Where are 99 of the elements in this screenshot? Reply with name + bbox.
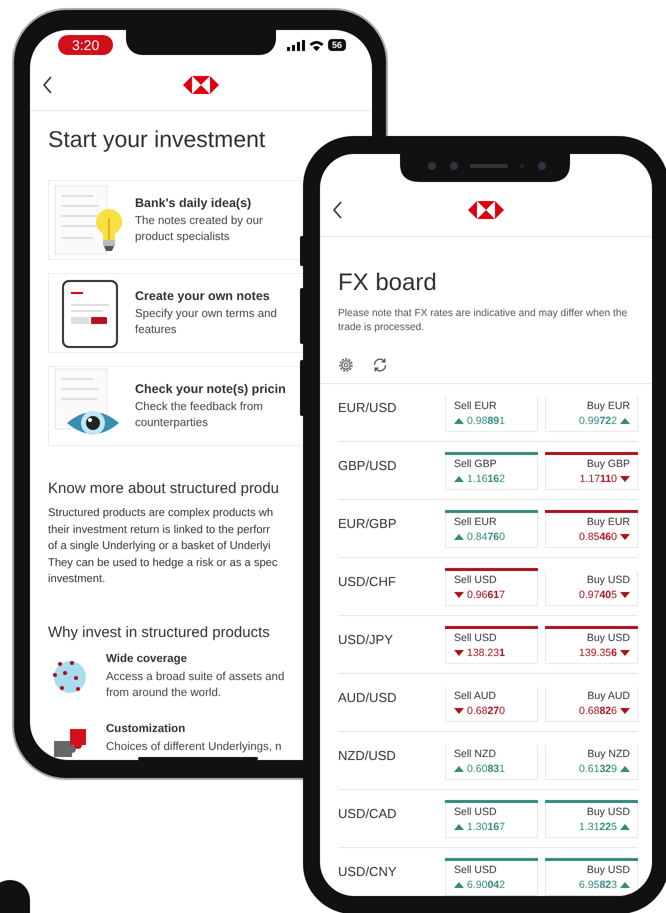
page-title: Start your investment bbox=[48, 126, 266, 153]
quote-rate: 1.31225 bbox=[579, 820, 617, 835]
quote-label: Sell GBP bbox=[454, 458, 498, 471]
paragraph-line: Structured products are complex products wh bbox=[48, 506, 274, 521]
currency-pair: USD/CNY bbox=[338, 863, 397, 881]
quote-label: Sell USD bbox=[454, 864, 498, 877]
currency-pair: EUR/GBP bbox=[338, 515, 397, 533]
card-description: Specify your own terms and features bbox=[135, 306, 278, 338]
card-title: Bank's daily idea(s) bbox=[135, 196, 252, 210]
quote-label: Buy EUR bbox=[586, 400, 630, 413]
card-title: Create your own notes bbox=[135, 288, 271, 302]
buy-button[interactable]: Buy USD 1.31225 bbox=[545, 803, 638, 838]
sell-button[interactable]: Sell AUD 0.68270 bbox=[445, 687, 538, 722]
quote-rate: 6.90042 bbox=[467, 878, 505, 893]
quote-rate: 0.98891 bbox=[467, 414, 505, 429]
currency-pair: USD/JPY bbox=[338, 631, 393, 649]
feature-title: Wide coverage bbox=[106, 652, 188, 664]
quote-label: Buy USD bbox=[586, 574, 630, 587]
quote-label: Sell USD bbox=[454, 574, 498, 587]
status-time: 3:20 bbox=[58, 35, 114, 55]
sell-button[interactable]: Sell USD 138.231 bbox=[445, 629, 538, 664]
feature-description: from around the world. bbox=[106, 686, 222, 700]
quote-rate: 0.97405 bbox=[579, 588, 617, 603]
lightbulb-document-icon bbox=[53, 184, 125, 256]
quote-label: Sell EUR bbox=[454, 516, 498, 529]
buy-button[interactable]: Buy AUD 0.68826 bbox=[545, 687, 638, 722]
sell-button[interactable]: Sell EUR 0.98891 bbox=[445, 397, 538, 432]
quote-label: Sell NZD bbox=[454, 748, 498, 761]
quote-label: Sell AUD bbox=[454, 690, 498, 703]
quote-rate: 1.17110 bbox=[580, 472, 617, 487]
feature-description: Choices of different Underlyings, n bbox=[106, 740, 282, 754]
quote-label: Buy USD bbox=[586, 632, 630, 645]
feature-description: Access a broad suite of assets and bbox=[106, 670, 284, 684]
quote-label: Sell EUR bbox=[454, 400, 498, 413]
quote-rate: 0.60831 bbox=[467, 762, 505, 777]
sell-button[interactable]: Sell EUR 0.84760 bbox=[445, 513, 538, 548]
card-description: The notes created by our product specialists bbox=[135, 214, 264, 244]
buy-button[interactable]: Buy USD 6.95823 bbox=[545, 861, 638, 896]
sell-button[interactable]: Sell NZD 0.60831 bbox=[445, 745, 538, 780]
quote-rate: 1.30167 bbox=[467, 820, 505, 835]
page-title: FX board bbox=[338, 269, 438, 297]
quote-label: Buy EUR bbox=[586, 516, 630, 529]
settings-icon[interactable] bbox=[338, 357, 354, 373]
buy-button[interactable]: Buy USD 139.356 bbox=[545, 629, 638, 664]
battery-level: 56 bbox=[328, 39, 346, 51]
card-title: Check your note(s) pricin bbox=[135, 382, 287, 396]
quote-rate: 0.68270 bbox=[467, 704, 505, 719]
section-heading: Why invest in structured products bbox=[48, 624, 270, 640]
quote-label: Buy GBP bbox=[586, 458, 630, 471]
quote-label: Buy AUD bbox=[586, 690, 630, 703]
refresh-icon[interactable] bbox=[372, 357, 388, 373]
sell-button[interactable]: Sell USD 6.90042 bbox=[445, 861, 538, 896]
back-icon[interactable] bbox=[332, 201, 343, 219]
paragraph-line: They can be used to hedge a risk or as a spec bbox=[48, 556, 278, 570]
quote-rate: 0.85460 bbox=[579, 530, 617, 545]
quote-rate: 0.61329 bbox=[579, 762, 617, 777]
option-card[interactable]: Create your own notes Specify your own terms and features bbox=[48, 273, 302, 353]
buy-button[interactable]: Buy USD 0.97405 bbox=[545, 571, 638, 606]
quote-rate: 138.231 bbox=[467, 646, 505, 661]
currency-pair: EUR/USD bbox=[338, 399, 397, 417]
currency-pair: USD/CHF bbox=[338, 573, 396, 591]
disclaimer-text: Please note that FX rates are indicative and may differ when the trade is processed. bbox=[338, 307, 628, 335]
currency-pair: NZD/USD bbox=[338, 747, 396, 765]
sell-button[interactable]: Sell GBP 1.16162 bbox=[445, 455, 538, 490]
option-card[interactable]: Check your note(s) pricin Check the feedback from counterparties bbox=[48, 366, 302, 446]
hexagon-logo bbox=[183, 76, 219, 94]
quote-rate: 0.96617 bbox=[467, 588, 505, 603]
quote-rate: 1.16162 bbox=[467, 472, 505, 487]
signal-icon bbox=[286, 40, 305, 50]
hexagon-logo bbox=[468, 201, 504, 219]
paragraph-line: investment. bbox=[48, 572, 106, 587]
card-description: Check the feedback from counterparties bbox=[135, 400, 264, 430]
quote-rate: 0.99722 bbox=[579, 414, 617, 429]
buy-button[interactable]: Buy GBP 1.17110 bbox=[545, 455, 638, 490]
paragraph-line: their investment return is linked to the perforr bbox=[48, 522, 270, 538]
quote-label: Sell USD bbox=[454, 632, 498, 645]
back-icon[interactable] bbox=[42, 76, 53, 94]
section-heading: Know more about structured produ bbox=[48, 480, 279, 497]
buy-button[interactable]: Buy EUR 0.85460 bbox=[545, 513, 638, 548]
quote-rate: 139.356 bbox=[579, 646, 617, 661]
currency-pair: USD/CAD bbox=[338, 805, 397, 823]
sell-button[interactable]: Sell USD 0.96617 bbox=[445, 571, 538, 606]
quote-rate: 0.84760 bbox=[467, 530, 505, 545]
quote-rate: 6.95823 bbox=[579, 878, 617, 893]
currency-pair: AUD/USD bbox=[338, 689, 397, 707]
buy-button[interactable]: Buy EUR 0.99722 bbox=[545, 397, 638, 432]
paragraph-line: of a single Underlying or a basket of Underlyi bbox=[48, 539, 271, 554]
feature-title: Customization bbox=[106, 722, 186, 734]
sell-button[interactable]: Sell USD 1.30167 bbox=[445, 803, 538, 838]
quote-label: Buy USD bbox=[586, 806, 630, 819]
quote-label: Buy NZD bbox=[586, 748, 630, 761]
quote-label: Sell USD bbox=[454, 806, 498, 819]
quote-label: Buy USD bbox=[586, 864, 630, 877]
puzzle-pieces-icon bbox=[52, 726, 88, 758]
option-card[interactable]: Bank's daily idea(s) The notes created by our product specialists bbox=[48, 180, 302, 260]
quote-rate: 0.68826 bbox=[579, 704, 617, 719]
wifi-icon bbox=[308, 40, 324, 50]
currency-pair: GBP/USD bbox=[338, 457, 397, 475]
buy-button[interactable]: Buy NZD 0.61329 bbox=[545, 745, 638, 780]
